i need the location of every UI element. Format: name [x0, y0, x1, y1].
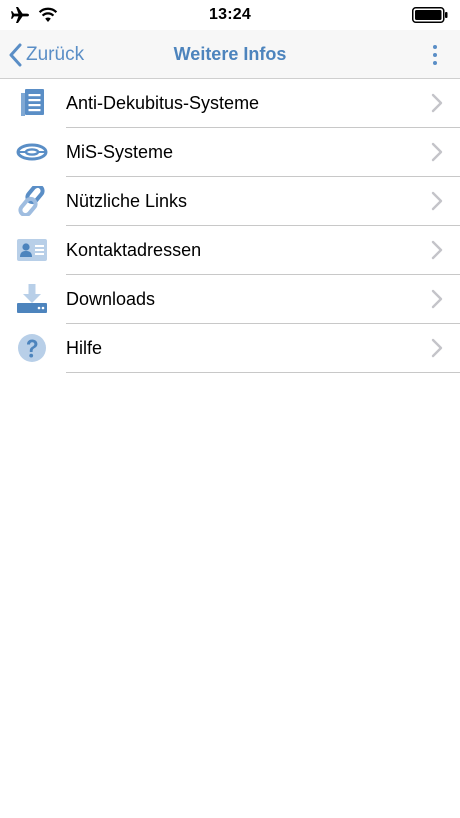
menu-item-label: Anti-Dekubitus-Systeme — [66, 93, 260, 113]
chevron-right-icon — [431, 240, 443, 260]
more-vertical-icon — [433, 45, 437, 65]
menu-item-label: Hilfe — [66, 338, 103, 358]
menu-item-downloads[interactable]: Downloads — [0, 275, 460, 324]
page-title: Weitere Infos — [173, 44, 287, 64]
navigation-bar: Zurück Weitere Infos — [0, 30, 460, 79]
status-right — [412, 7, 448, 28]
menu-item-anti-dekubitus[interactable]: Anti-Dekubitus-Systeme — [0, 79, 460, 128]
row-separator — [66, 372, 460, 373]
menu-item-label: Nützliche Links — [66, 191, 188, 211]
link-icon — [18, 186, 45, 216]
menu-item-hilfe[interactable]: Hilfe — [0, 324, 460, 373]
battery-icon — [412, 7, 448, 23]
document-list-icon — [21, 89, 44, 116]
chevron-right-icon — [431, 289, 443, 309]
more-options-button[interactable] — [428, 44, 442, 66]
menu-item-label: MiS-Systeme — [66, 142, 174, 162]
menu-item-label: Downloads — [66, 289, 156, 309]
menu-item-mis-systeme[interactable]: MiS-Systeme — [0, 128, 460, 177]
chevron-right-icon — [431, 93, 443, 113]
menu-item-label: Kontaktadressen — [66, 240, 202, 260]
chevron-right-icon — [431, 338, 443, 358]
menu-list: Anti-Dekubitus-Systeme MiS-Systeme Nützl… — [0, 79, 460, 373]
status-bar: 13:24 — [0, 0, 460, 30]
contact-card-icon — [17, 239, 47, 261]
mis-ring-icon — [16, 143, 48, 161]
chevron-right-icon — [431, 191, 443, 211]
chevron-right-icon — [431, 142, 443, 162]
menu-item-nuetzliche-links[interactable]: Nützliche Links — [0, 177, 460, 226]
menu-item-kontaktadressen[interactable]: Kontaktadressen — [0, 226, 460, 275]
status-time: 13:24 — [209, 6, 251, 23]
download-icon — [17, 284, 47, 313]
help-icon — [18, 334, 46, 362]
